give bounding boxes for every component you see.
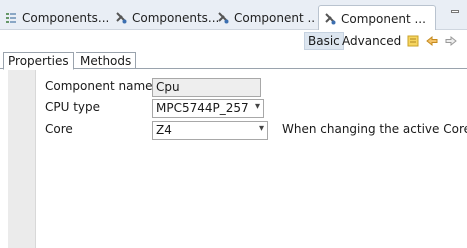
component-list-icon: [4, 11, 18, 25]
property-label: CPU type: [45, 100, 101, 114]
tab-components-2[interactable]: Components...: [114, 5, 220, 30]
field-value: Cpu: [156, 80, 180, 94]
core-hint-text: When changing the active Core ...: [282, 122, 467, 136]
field-value: MPC5744P_257: [156, 101, 249, 115]
advanced-mode-button[interactable]: Advanced: [339, 32, 404, 50]
tab-label: Properties: [8, 54, 69, 68]
cpu-type-select[interactable]: MPC5744P_257 ▾: [152, 99, 264, 118]
component-name-field[interactable]: Cpu: [152, 78, 261, 97]
tab-label: Component ...: [341, 11, 426, 26]
component-inspector-icon: [114, 11, 128, 25]
property-label: Core: [45, 122, 73, 136]
property-row-core: Core Z4 ▾ When changing the active Core …: [36, 119, 467, 141]
advanced-label: Advanced: [342, 34, 402, 48]
view-tab-bar: Components... Components... Component ..…: [0, 0, 467, 31]
properties-tab-strip: Properties Methods: [0, 52, 467, 70]
chevron-down-icon: ▾: [258, 123, 264, 134]
component-inspector-icon: [323, 12, 337, 26]
tab-label: Component ...: [234, 10, 316, 25]
basic-mode-button[interactable]: Basic: [304, 32, 344, 50]
tab-component-1[interactable]: Component ...: [216, 5, 316, 30]
tab-label: Methods: [80, 54, 132, 68]
property-label: Component name: [45, 79, 153, 93]
tab-label: Components...: [132, 10, 220, 25]
tab-component-active[interactable]: Component ... ✕: [318, 5, 436, 31]
basic-label: Basic: [308, 34, 340, 48]
tab-properties[interactable]: Properties: [3, 52, 74, 70]
property-grid-gutter: [8, 70, 36, 248]
component-inspector-icon: [216, 11, 230, 25]
page-toolbar: Basic Advanced: [0, 30, 467, 52]
property-row-component-name: Component name Cpu: [36, 76, 467, 98]
back-arrow-icon[interactable]: [425, 34, 439, 48]
forward-arrow-icon[interactable]: [444, 34, 458, 48]
core-select[interactable]: Z4 ▾: [152, 121, 268, 140]
minimize-icon[interactable]: [449, 6, 461, 18]
chevron-down-icon: ▾: [254, 101, 260, 112]
field-value: Z4: [156, 123, 172, 137]
property-row-cpu-type: CPU type MPC5744P_257 ▾: [36, 97, 467, 119]
note-icon[interactable]: [406, 34, 420, 48]
tab-components-1[interactable]: Components...: [4, 5, 108, 30]
tab-label: Components...: [22, 10, 108, 25]
tab-methods[interactable]: Methods: [76, 52, 137, 69]
close-icon[interactable]: ✕: [434, 13, 435, 24]
